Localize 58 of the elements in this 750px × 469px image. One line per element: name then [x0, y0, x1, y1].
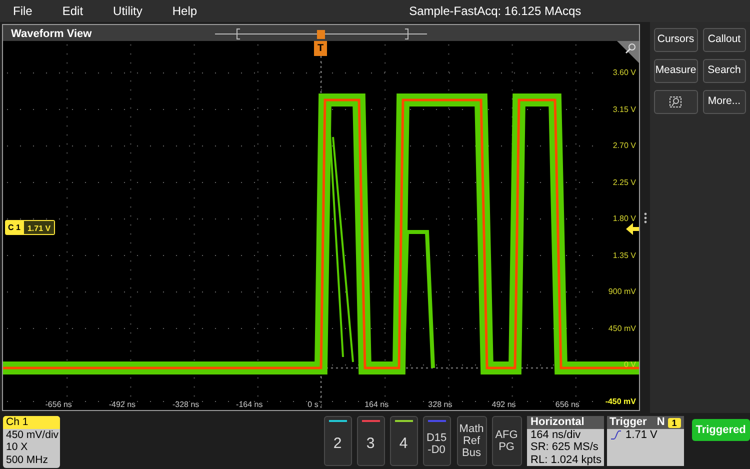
y-axis-label: 450 mV — [608, 324, 636, 334]
side-button[interactable]: Callout — [702, 28, 746, 52]
y-axis-label: 1.35 V — [612, 250, 636, 260]
horizontal-setting: SR: 625 MS/s — [530, 441, 600, 454]
panel-title: Waveform View — [11, 27, 92, 42]
channel-button[interactable]: 3 — [356, 416, 385, 466]
menu-button[interactable]: Math Ref Bus — [456, 416, 487, 466]
y-axis-label: 2.70 V — [612, 141, 636, 151]
zoom-region-icon — [668, 96, 683, 108]
trigger-position-marker: T — [314, 41, 327, 56]
channel-button[interactable]: 2 — [324, 416, 352, 466]
channel-title: Ch 1 — [3, 416, 60, 428]
menu-item[interactable]: Help — [172, 2, 198, 20]
x-axis-label: 328 ns — [428, 400, 452, 410]
channel-badge[interactable]: Ch 1 450 mV/div 10 X 500 MHz — [3, 416, 60, 468]
trigger-level-arrow-icon[interactable] — [626, 223, 639, 235]
horizontal-setting: 164 ns/div — [530, 428, 582, 441]
channel-button[interactable]: D15 -D0 — [422, 416, 451, 466]
x-axis-label: 492 ns — [492, 400, 516, 410]
x-axis-label: -492 ns — [108, 400, 136, 410]
y-axis-label: -450 mV — [605, 396, 636, 406]
x-axis-label: 656 ns — [555, 400, 580, 410]
trigger-title: Trigger — [610, 416, 647, 429]
horizontal-panel[interactable]: Horizontal 164 ns/div SR: 625 MS/s RL: 1.024 kpts — [526, 416, 604, 466]
x-axis-label: 0 s — [308, 400, 318, 410]
acquisition-status: Sample-FastAcq: 16.125 MAcqs — [409, 3, 582, 20]
y-axis-label: 3.15 V — [612, 104, 636, 114]
x-axis-label: -656 ns — [45, 400, 72, 410]
side-button[interactable]: More... — [702, 90, 746, 114]
menu-item[interactable]: Edit — [62, 2, 84, 20]
horizontal-title: Horizontal — [526, 416, 604, 428]
horizontal-setting: RL: 1.024 kpts — [530, 454, 600, 466]
y-axis-label: 3.60 V — [612, 68, 636, 78]
zoom-button[interactable] — [654, 90, 698, 114]
menu-button[interactable]: AFG PG — [492, 416, 522, 466]
menu-item[interactable]: Utility — [113, 2, 142, 20]
y-axis-label: 2.25 V — [612, 178, 636, 188]
x-axis-label: -164 ns — [236, 400, 263, 410]
trigger-level: 1.71 V — [626, 429, 658, 442]
menu-item[interactable]: File — [13, 2, 32, 20]
channel-button[interactable]: 4 — [390, 416, 418, 466]
x-axis-label: 164 ns — [364, 400, 389, 410]
y-axis-label: 1.80 V — [612, 214, 636, 224]
trigger-panel[interactable]: Trigger N 1 1.71 V — [606, 416, 684, 466]
side-button[interactable]: Search — [702, 59, 746, 83]
channel-setting: 10 X — [6, 441, 29, 454]
rising-edge-icon — [610, 430, 622, 440]
timeline-bracket[interactable] — [215, 28, 427, 40]
trigger-source: 1 — [668, 418, 681, 428]
x-axis-label: -328 ns — [172, 400, 200, 410]
panel-handle-icon[interactable] — [644, 212, 646, 224]
side-button[interactable]: Cursors — [654, 28, 698, 52]
zoom-corner-icon[interactable] — [617, 41, 639, 63]
side-button[interactable]: Measure — [654, 59, 698, 83]
channel-setting: 500 MHz — [6, 454, 50, 466]
trigger-mode: N — [656, 416, 665, 429]
y-axis-label: 900 mV — [608, 287, 636, 297]
channel-setting: 450 mV/div — [6, 428, 57, 441]
